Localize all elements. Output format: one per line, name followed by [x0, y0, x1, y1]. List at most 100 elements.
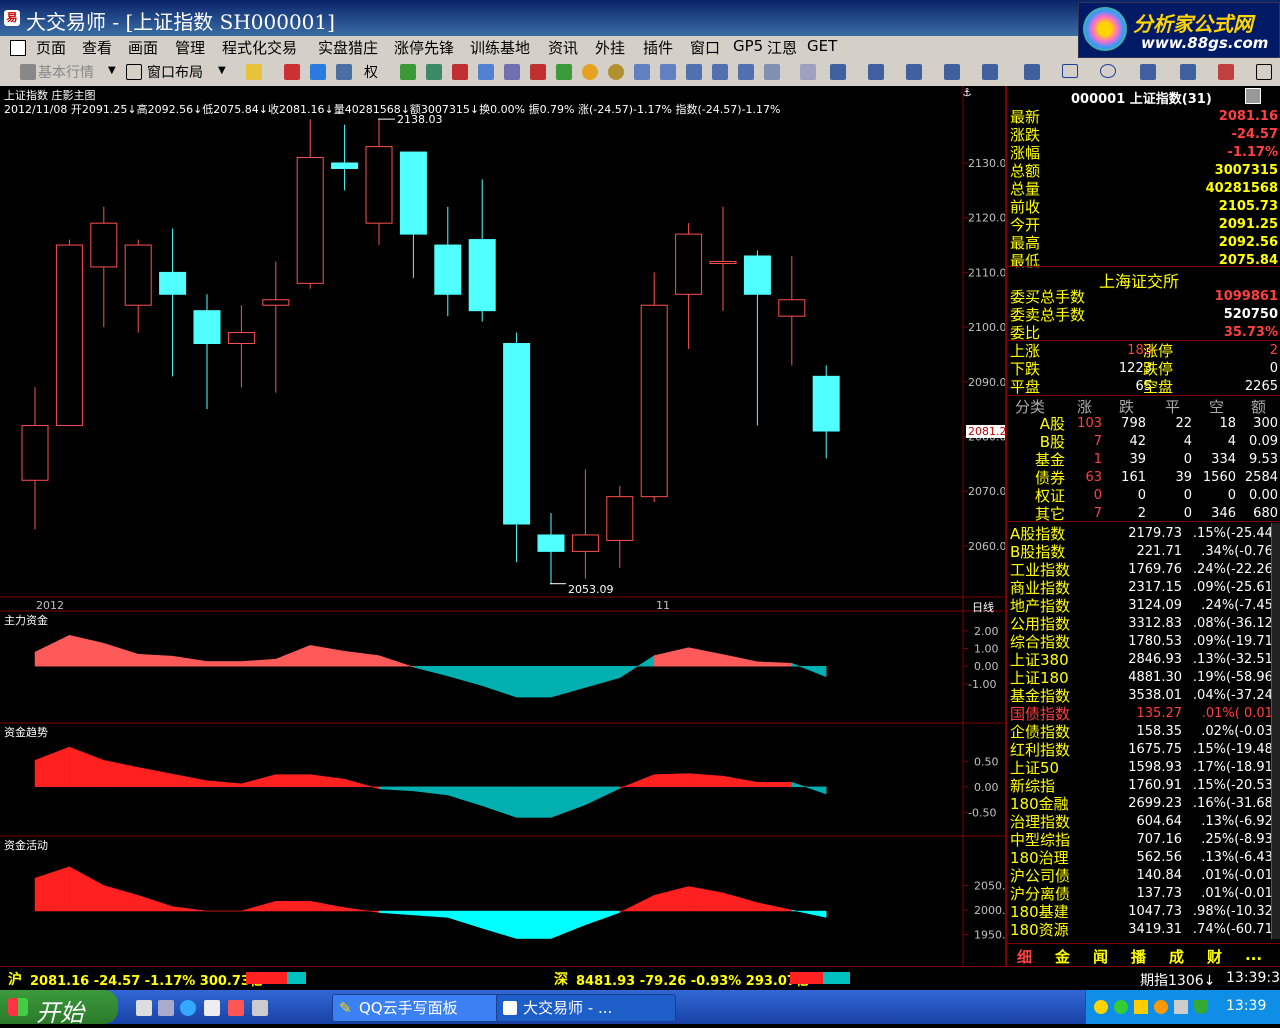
menu-item-9[interactable]: 外挂 — [595, 37, 625, 58]
index-name[interactable]: 180资源 — [1010, 919, 1069, 940]
menu-item-5[interactable]: 实盘猎庄 — [318, 37, 378, 58]
toolbar-icon-5[interactable] — [400, 64, 416, 80]
layout-icon[interactable] — [126, 64, 142, 80]
dropdown-arrow-icon[interactable]: ▼ — [218, 65, 226, 76]
class-cell: 4 — [1183, 434, 1192, 449]
toolbar-icon-9[interactable] — [504, 64, 520, 80]
window-layout-button[interactable]: 窗口布局 — [147, 62, 203, 82]
menu-item-14[interactable]: GET — [807, 37, 837, 55]
warning-icon[interactable] — [582, 64, 598, 80]
menu-item-10[interactable]: 插件 — [643, 37, 673, 58]
divider — [1007, 395, 1280, 396]
toolbar-icon-14[interactable] — [634, 64, 650, 80]
menu-item-0[interactable]: 页面 — [36, 37, 66, 58]
app-icon[interactable]: 易 — [4, 10, 20, 26]
window-title: 大交易师 - [上证指数 SH000001] — [26, 10, 335, 34]
menu-item-8[interactable]: 资讯 — [548, 37, 578, 58]
candle-body — [296, 157, 324, 284]
toolbar-icon-26[interactable] — [1024, 64, 1040, 80]
menu-item-1[interactable]: 查看 — [82, 37, 112, 58]
panel-tab-5[interactable]: 财 — [1207, 946, 1222, 967]
class-cell: 0 — [1183, 452, 1192, 467]
class-cell: 103 — [1077, 416, 1102, 431]
toolbar-icon-7[interactable] — [452, 64, 468, 80]
tray-icon-3[interactable] — [1134, 1000, 1148, 1014]
toolbar-icon-32[interactable] — [1256, 64, 1272, 80]
gear-icon[interactable] — [608, 64, 624, 80]
toolbar-icon-24[interactable] — [944, 64, 960, 80]
class-cell: 0.09 — [1249, 434, 1278, 449]
rights-button[interactable]: 权 — [364, 62, 378, 82]
crosshair-icon[interactable] — [310, 64, 326, 80]
toolbar-icon-10[interactable] — [530, 64, 546, 80]
futures-indicator[interactable]: 期指1306↓ — [1140, 970, 1215, 990]
chart-area[interactable]: 上证指数 庄影主图 2012/11/08 开2091.25↓高2092.56↓低… — [0, 86, 1009, 966]
trend-area — [481, 786, 517, 818]
period-label[interactable]: 日线 — [972, 599, 994, 615]
task-qq-handwriting[interactable]: ✎ QQ云手写面板 — [332, 994, 512, 1022]
trend-area — [550, 786, 586, 818]
toolbar-icon-17[interactable] — [712, 64, 728, 80]
toolbar-icon-30[interactable] — [1180, 64, 1196, 80]
toolbar-icon-25[interactable] — [982, 64, 998, 80]
trend-area — [275, 774, 311, 788]
panel-tab-3[interactable]: 播 — [1131, 946, 1146, 967]
tray-icon-2[interactable] — [1114, 1000, 1128, 1014]
panel-tab-1[interactable]: 金 — [1055, 946, 1070, 967]
index-scrollbar[interactable] — [1271, 523, 1280, 939]
quicklaunch-icon-4[interactable] — [204, 1000, 220, 1016]
toolbar-icon-15[interactable] — [660, 64, 676, 80]
quicklaunch-icon-6[interactable] — [252, 1000, 268, 1016]
menu-item-2[interactable]: 画面 — [128, 37, 158, 58]
basic-quotes-button[interactable]: 基本行情 — [38, 62, 94, 82]
toolbar-icon-2[interactable] — [284, 64, 300, 80]
toolbar-icon-22[interactable] — [868, 64, 884, 80]
dropdown-arrow-icon[interactable]: ▼ — [108, 65, 116, 76]
draw-tool-icon[interactable] — [800, 64, 816, 80]
y-tick-label: 2070.0 — [968, 485, 1005, 498]
toolbar-icon-11[interactable] — [556, 64, 572, 80]
toolbar-icon-23[interactable] — [906, 64, 922, 80]
index-price: 1675.75 — [1128, 742, 1182, 757]
menu-item-6[interactable]: 涨停先锋 — [394, 37, 454, 58]
toolbar-icon-4[interactable] — [336, 64, 352, 80]
quicklaunch-icon-1[interactable] — [136, 1000, 152, 1016]
menu-item-4[interactable]: 程式化交易 — [222, 37, 297, 58]
panel-tab-4[interactable]: 成 — [1169, 946, 1184, 967]
rectangle-icon[interactable] — [1062, 64, 1078, 78]
doc-menu-icon[interactable] — [10, 40, 26, 56]
ie-icon[interactable] — [180, 1000, 196, 1016]
quicklaunch-icon-5[interactable] — [228, 1000, 244, 1016]
panel-tab-2[interactable]: 闻 — [1093, 946, 1108, 967]
menu-item-7[interactable]: 训练基地 — [470, 37, 530, 58]
index-change: .09%(-25.61) — [1192, 580, 1278, 595]
menu-item-3[interactable]: 管理 — [175, 37, 205, 58]
chart-icon[interactable] — [20, 64, 36, 80]
trend-area — [172, 773, 208, 788]
start-button[interactable]: 开始 — [0, 990, 118, 1027]
toolbar-icon-18[interactable] — [738, 64, 754, 80]
toolbar-icon-31[interactable] — [1218, 64, 1234, 80]
index-price: 1760.91 — [1128, 778, 1182, 793]
toolbar-icon-6[interactable] — [426, 64, 442, 80]
tray-icon-4[interactable] — [1154, 1000, 1168, 1014]
line-tool-icon[interactable] — [830, 64, 846, 80]
quicklaunch-icon-2[interactable] — [158, 1000, 174, 1016]
toolbar-icon-19[interactable] — [764, 64, 780, 80]
menu-item-11[interactable]: 窗口 — [690, 37, 720, 58]
text-tool-icon[interactable] — [1140, 64, 1156, 80]
panel-tab-6[interactable]: ... — [1245, 946, 1262, 964]
menu-item-12[interactable]: GP5 — [733, 37, 763, 55]
open-folder-icon[interactable] — [246, 64, 262, 80]
stock-switch-icon[interactable] — [1245, 88, 1261, 104]
tray-icon-5[interactable] — [1174, 1000, 1188, 1014]
toolbar-icon-16[interactable] — [686, 64, 702, 80]
shield-icon[interactable] — [1194, 1000, 1208, 1014]
tray-icon-1[interactable] — [1094, 1000, 1108, 1014]
menu-item-13[interactable]: 江恩 — [767, 37, 797, 58]
divider — [1007, 521, 1280, 522]
panel-tab-0[interactable]: 细 — [1017, 946, 1032, 967]
ellipse-icon[interactable] — [1100, 64, 1116, 78]
toolbar-icon-8[interactable] — [478, 64, 494, 80]
task-trading-app[interactable]: 大交易师 - ... — [496, 994, 676, 1022]
